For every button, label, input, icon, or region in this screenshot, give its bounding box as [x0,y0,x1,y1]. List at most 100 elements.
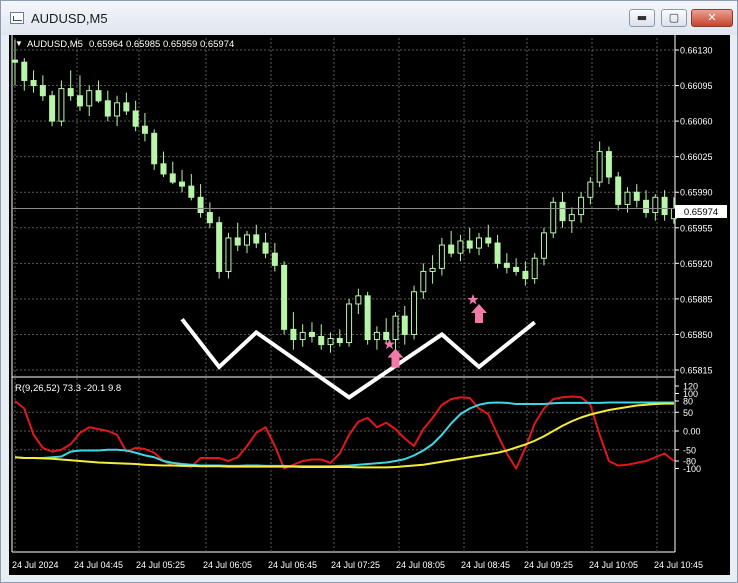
candle-body [624,191,631,205]
candle-body [206,212,213,224]
price-axis-label: 0.65885 [680,294,713,304]
minimize-button[interactable]: ▬ [629,9,655,27]
price-axis-label: 0.66025 [680,152,713,162]
candle-body [76,95,83,107]
candle-body [30,79,37,87]
candle-body [411,291,418,335]
symbol-label: AUDUSD,M5 [27,39,83,50]
candle-body [383,331,390,341]
time-axis-label: 24 Jul 06:05 [203,560,252,570]
grid-lines [11,35,676,553]
indicator-red-line [14,395,675,470]
candle-body [271,252,278,266]
candle-body [169,173,176,183]
price-axis-label: 0.65850 [680,330,713,340]
candle-body [457,240,464,254]
indicator-yellow-line [14,402,674,469]
chart-area[interactable]: 24 Jul 2024 24 Jul 04:45 24 Jul 05:25 24 Ju… [9,35,730,575]
price-axis-label: 0.65920 [680,259,713,269]
candle-body [114,102,121,117]
candle-body [299,331,306,341]
candle-body [58,88,65,122]
candle-body [39,85,46,97]
candle-body [531,257,538,280]
candle-body [151,132,158,165]
candle-body [67,88,74,97]
candle-body [364,295,371,341]
candle-body [540,232,547,259]
candle-body [587,181,594,198]
indicator-axis-label: -100 [683,464,701,474]
candle-body [401,315,408,335]
candle-body [346,303,353,344]
chart-menu-arrow-icon[interactable]: ▼ [15,39,23,48]
candle-body [141,125,148,134]
candle-body [318,335,325,346]
zigzag-line [180,317,536,400]
candle-body [605,151,612,178]
time-axis-label: 24 Jul 09:25 [524,560,573,570]
candle-body [596,151,603,183]
candle-body [568,214,575,222]
candle-body [197,196,204,214]
candle-body [476,237,482,249]
candle-body [49,95,56,122]
candle-body [104,100,111,117]
candle-body [281,264,288,330]
candle-body [253,234,260,244]
time-axis-label: 24 Jul 2024 [12,560,59,570]
chart-svg[interactable]: 24 Jul 2024 24 Jul 04:45 24 Jul 05:25 24 Ju… [9,35,730,575]
candle-body [615,176,622,205]
candle-body [234,237,241,246]
buy-arrow-icon [387,348,404,368]
candle-body [559,201,566,222]
candle-body [466,240,473,249]
candle-body [550,201,557,234]
candle-body [262,242,269,254]
candle-body [160,163,167,175]
time-axis-label: 24 Jul 06:45 [268,560,317,570]
close-button[interactable]: ✕ [691,9,733,27]
candle-body [21,61,28,81]
candle-body [494,242,501,264]
time-axis-label: 24 Jul 10:05 [589,560,638,570]
candle-body [652,196,659,214]
candle-body [225,237,232,272]
candle-body [86,90,93,107]
candle-body [392,315,399,341]
candle-body [522,270,529,280]
candle-body [503,262,510,268]
chart-window: AUDUSD,M5 ▬ ▢ ✕ 24 Jul 2024 24 Jul 04:45 2… [0,0,738,583]
time-axis-label: 24 Jul 07:25 [331,560,380,570]
price-candles [12,39,677,353]
signal-star-icon [383,338,395,350]
price-axis-label: 0.66130 [680,46,713,56]
candle-body [429,267,436,272]
ohlc-readout: 0.65964 0.65985 0.65959 0.65974 [89,39,234,50]
maximize-button[interactable]: ▢ [661,9,687,27]
candle-body [308,331,315,337]
candle-body [578,196,585,216]
chart-window-icon [10,12,24,24]
candle-body [216,222,223,272]
indicator-axis-label: 0.00 [683,427,701,437]
candle-body [633,191,640,201]
candle-body [12,59,18,63]
indicator-axis-label: 50 [683,408,693,418]
candle-body [643,199,650,214]
time-axis-label: 24 Jul 10:45 [654,560,703,570]
indicator-label: R(9,26,52) 73.3 -20.1 9.8 [15,383,121,394]
indicator-lines [14,395,675,470]
price-axis-label: 0.66095 [680,81,713,91]
indicator-axis-label: -50 [683,445,696,455]
time-axis-label: 24 Jul 05:25 [136,560,185,570]
candle-body [661,196,668,216]
price-axis-label: 0.65815 [680,366,713,376]
zigzag-pattern [180,317,536,400]
title-bar[interactable]: AUDUSD,M5 ▬ ▢ ✕ [1,1,737,35]
candle-body [188,185,195,198]
time-axis-label: 24 Jul 08:05 [396,560,445,570]
price-axis-label: 0.65955 [680,223,713,233]
candle-body [448,244,455,254]
candle-body [513,266,520,272]
